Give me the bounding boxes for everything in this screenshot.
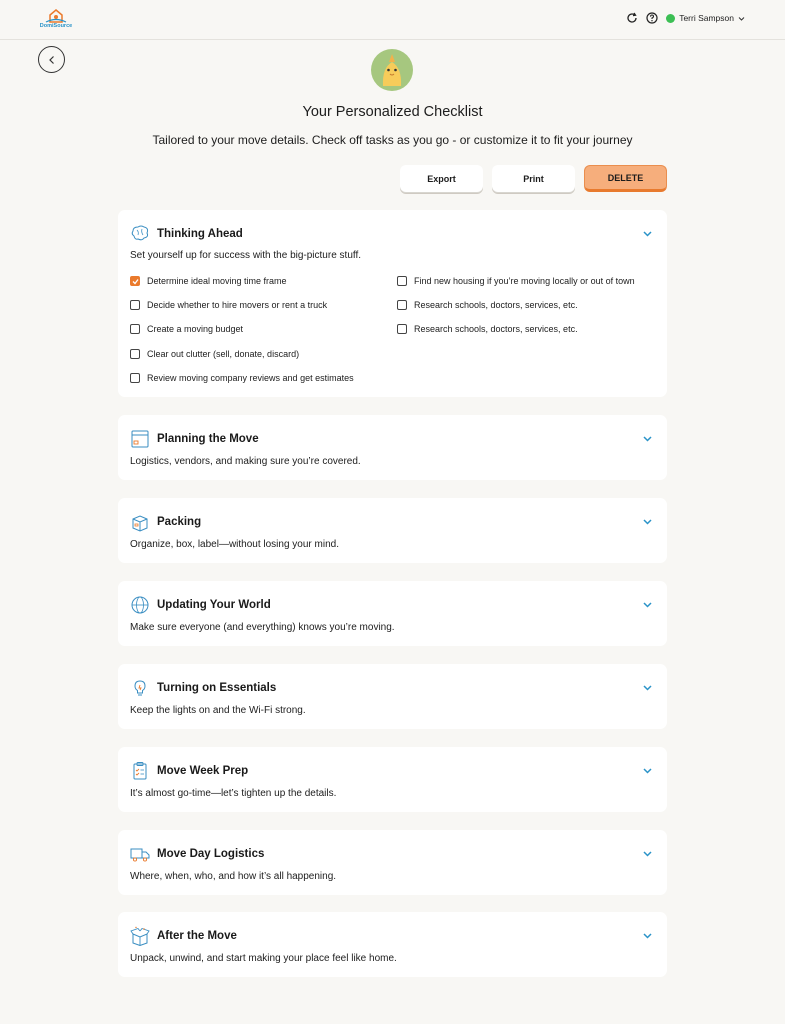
truck-icon <box>130 848 150 862</box>
task-label: Determine ideal moving time frame <box>147 276 287 286</box>
section-title: Planning the Move <box>157 433 259 445</box>
task-label: Create a moving budget <box>147 324 244 334</box>
help-icon[interactable] <box>646 12 658 24</box>
lightbulb-icon <box>134 680 146 696</box>
checkbox[interactable] <box>130 349 140 359</box>
section-thinking-ahead: Thinking Ahead Set yourself up for succe… <box>118 210 667 397</box>
brain-icon <box>131 225 149 241</box>
section-description: Organize, box, label—without losing your… <box>130 539 339 550</box>
refresh-icon[interactable] <box>626 12 638 24</box>
task-label: Find new housing if you’re moving locall… <box>414 276 635 286</box>
chevron-down-icon[interactable] <box>642 848 653 859</box>
chevron-down-icon[interactable] <box>642 682 653 693</box>
user-name: Terri Sampson <box>679 13 734 23</box>
task-item[interactable]: Create a moving budget <box>130 324 243 334</box>
section-packing: Packing Organize, box, label—without los… <box>118 498 667 563</box>
checkbox[interactable] <box>397 324 407 334</box>
section-title: Move Day Logistics <box>157 848 265 860</box>
section-header[interactable]: Turning on Essentials <box>130 678 276 698</box>
checkbox[interactable] <box>130 324 140 334</box>
section-header[interactable]: After the Move <box>130 926 237 946</box>
task-item[interactable]: Find new housing if you’re moving locall… <box>397 276 635 286</box>
chevron-down-icon[interactable] <box>642 516 653 527</box>
task-item[interactable]: Review moving company reviews and get es… <box>130 373 354 383</box>
chevron-down-icon[interactable] <box>642 433 653 444</box>
task-item[interactable]: Clear out clutter (sell, donate, discard… <box>130 349 299 359</box>
section-header[interactable]: Updating Your World <box>130 595 271 615</box>
checkbox[interactable] <box>397 276 407 286</box>
section-title: Move Week Prep <box>157 765 249 777</box>
calendar-box-icon <box>131 430 149 448</box>
section-header[interactable]: Move Day Logistics <box>130 844 264 864</box>
section-description: Unpack, unwind, and start making your pl… <box>130 953 397 964</box>
checkbox-checked[interactable] <box>130 276 140 286</box>
section-move-week-prep: Move Week Prep It’s almost go-time—let’s… <box>118 747 667 812</box>
top-right-controls: Terri Sampson <box>626 12 745 24</box>
task-item[interactable]: Research schools, doctors, services, etc… <box>397 300 578 310</box>
section-title: Turning on Essentials <box>157 682 277 694</box>
task-item[interactable]: Decide whether to hire movers or rent a … <box>130 300 327 310</box>
section-description: It’s almost go-time—let’s tighten up the… <box>130 788 337 799</box>
task-label: Research schools, doctors, services, etc… <box>414 300 578 310</box>
task-item[interactable]: Determine ideal moving time frame <box>130 276 287 286</box>
logo-text: DomiSource <box>39 23 73 29</box>
chevron-down-icon <box>738 16 745 21</box>
chevron-left-icon <box>48 55 54 64</box>
section-header[interactable]: Planning the Move <box>130 429 259 449</box>
section-header[interactable]: Thinking Ahead <box>130 224 243 244</box>
section-title: Thinking Ahead <box>157 228 243 240</box>
globe-icon <box>131 596 149 614</box>
task-item[interactable]: Research schools, doctors, services, etc… <box>397 324 578 334</box>
task-label: Research schools, doctors, services, etc… <box>414 324 578 334</box>
print-button[interactable]: Print <box>492 165 575 192</box>
checkbox[interactable] <box>130 373 140 383</box>
section-header[interactable]: Move Week Prep <box>130 761 248 781</box>
checkbox[interactable] <box>130 300 140 310</box>
open-box-icon <box>130 926 150 946</box>
delete-button[interactable]: DELETE <box>584 165 667 192</box>
checklist-actions: Export Print DELETE <box>400 165 667 192</box>
top-bar: DomiSource Terri Sampson <box>0 0 785 40</box>
section-turning-on-essentials: Turning on Essentials Keep the lights on… <box>118 664 667 729</box>
export-button[interactable]: Export <box>400 165 483 192</box>
page-subtitle: Tailored to your move details. Check off… <box>152 133 633 147</box>
task-label: Review moving company reviews and get es… <box>147 373 354 383</box>
section-title: After the Move <box>157 930 237 942</box>
clipboard-icon <box>133 762 147 780</box>
domisource-logo[interactable] <box>38 7 74 33</box>
chevron-down-icon[interactable] <box>642 599 653 610</box>
section-header[interactable]: Packing <box>130 512 201 532</box>
section-after-the-move: After the Move Unpack, unwind, and start… <box>118 912 667 977</box>
online-status-dot <box>666 13 676 23</box>
task-label: Decide whether to hire movers or rent a … <box>147 300 328 310</box>
chevron-down-icon[interactable] <box>642 930 653 941</box>
section-description: Set yourself up for success with the big… <box>130 250 362 261</box>
checkmark-icon <box>132 278 139 284</box>
section-description: Make sure everyone (and everything) know… <box>130 622 395 633</box>
mascot-avatar <box>371 49 413 91</box>
user-menu[interactable]: Terri Sampson <box>666 13 745 23</box>
section-title: Packing <box>157 516 202 528</box>
section-move-day-logistics: Move Day Logistics Where, when, who, and… <box>118 830 667 895</box>
back-button[interactable] <box>38 46 65 73</box>
section-description: Keep the lights on and the Wi-Fi strong. <box>130 705 306 716</box>
chevron-down-icon[interactable] <box>642 228 653 239</box>
box-icon <box>132 515 148 532</box>
checkbox[interactable] <box>397 300 407 310</box>
section-title: Updating Your World <box>157 599 271 611</box>
section-description: Where, when, who, and how it’s all happe… <box>130 871 337 882</box>
page-title: Your Personalized Checklist <box>302 104 483 120</box>
section-planning-the-move: Planning the Move Logistics, vendors, an… <box>118 415 667 480</box>
task-label: Clear out clutter (sell, donate, discard… <box>147 349 300 359</box>
section-updating-your-world: Updating Your World Make sure everyone (… <box>118 581 667 646</box>
section-description: Logistics, vendors, and making sure you’… <box>130 456 361 467</box>
chevron-down-icon[interactable] <box>642 765 653 776</box>
